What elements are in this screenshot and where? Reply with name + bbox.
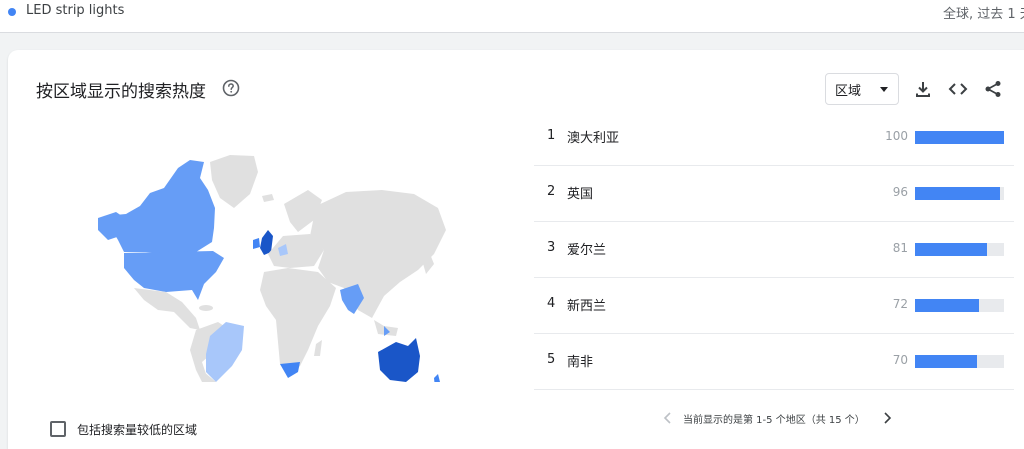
share-icon[interactable]: [983, 79, 1003, 99]
interest-bar-track: [915, 355, 1004, 368]
map-region-australia: [378, 338, 420, 382]
top-bar: LED strip lights 全球, 过去 1 天: [0, 0, 1024, 33]
rank-number: 3: [547, 240, 556, 255]
interest-by-region-card: 按区域显示的搜索热度 区域 1 澳大利亚 100 2 英国 96 3 爱尔兰 8…: [8, 50, 1024, 449]
help-circle-icon[interactable]: [222, 79, 240, 97]
world-map[interactable]: [78, 150, 458, 382]
region-name[interactable]: 澳大利亚: [567, 127, 619, 146]
interest-value: 100: [885, 129, 908, 143]
interest-bar: [915, 355, 978, 368]
interest-bar: [915, 299, 980, 312]
rank-number: 2: [547, 184, 556, 199]
map-region-ireland: [253, 238, 260, 249]
map-region-south-africa: [280, 362, 300, 378]
ranking-row[interactable]: 4 新西兰 72: [534, 278, 1014, 334]
term-color-dot: [8, 8, 16, 16]
map-region-greenland: [210, 155, 258, 208]
resolution-dropdown[interactable]: 区域: [825, 73, 899, 105]
map-region-mexico: [134, 288, 200, 330]
interest-bar: [915, 243, 988, 256]
embed-code-icon[interactable]: [948, 79, 968, 99]
search-term-label: LED strip lights: [26, 3, 125, 18]
interest-value: 70: [892, 353, 908, 367]
interest-bar-track: [915, 299, 1004, 312]
ranking-row[interactable]: 1 澳大利亚 100: [534, 110, 1014, 166]
interest-bar-track: [915, 187, 1004, 200]
rank-number: 1: [547, 128, 556, 143]
card-title: 按区域显示的搜索热度: [36, 82, 206, 102]
interest-value: 81: [892, 241, 908, 255]
ranking-row[interactable]: 3 爱尔兰 81: [534, 222, 1014, 278]
interest-value: 72: [892, 297, 908, 311]
region-name[interactable]: 英国: [567, 183, 593, 202]
ranking-pagination: 当前显示的是第 1-5 个地区（共 15 个）: [658, 408, 898, 432]
pagination-text: 当前显示的是第 1-5 个地区（共 15 个）: [683, 415, 865, 426]
interest-bar: [915, 131, 1004, 144]
region-name[interactable]: 南非: [567, 351, 593, 370]
ranking-row[interactable]: 2 英国 96: [534, 166, 1014, 222]
map-region-alaska: [98, 212, 122, 240]
chevron-right-icon[interactable]: [880, 411, 894, 425]
map-region-canada: [104, 160, 215, 254]
interest-bar-track: [915, 131, 1004, 144]
include-low-volume-label[interactable]: 包括搜索量较低的区域: [77, 421, 197, 438]
download-icon[interactable]: [913, 79, 933, 99]
chevron-left-icon[interactable]: [661, 411, 675, 425]
region-name[interactable]: 爱尔兰: [567, 239, 606, 258]
rank-number: 4: [547, 296, 556, 311]
interest-bar: [915, 187, 1001, 200]
map-region-africa: [260, 268, 336, 376]
include-low-volume-checkbox[interactable]: [50, 421, 66, 437]
resolution-dropdown-value: 区域: [835, 84, 862, 99]
region-time-filter[interactable]: 全球, 过去 1 天: [943, 3, 1024, 22]
rank-number: 5: [547, 352, 556, 367]
caret-down-icon: [880, 87, 888, 92]
region-name[interactable]: 新西兰: [567, 295, 606, 314]
ranking-row[interactable]: 5 南非 70: [534, 334, 1014, 390]
interest-value: 96: [892, 185, 908, 199]
map-region-new-zealand: [434, 374, 440, 382]
interest-bar-track: [915, 243, 1004, 256]
